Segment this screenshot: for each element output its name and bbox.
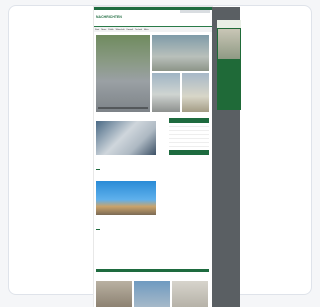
hero-section	[96, 35, 209, 112]
sidebar-item[interactable]	[169, 137, 209, 139]
sidebar-item[interactable]	[169, 133, 209, 135]
main-nav: Start News Politik Wirtschaft Umwelt Tec…	[94, 26, 212, 32]
nav-item[interactable]: Start	[95, 29, 99, 31]
sidebar-item[interactable]	[169, 125, 209, 127]
sidebar-heading	[169, 118, 209, 123]
footer-section-bar	[96, 269, 209, 272]
sidebar-item[interactable]	[169, 141, 209, 143]
footer-thumbnail[interactable]	[172, 281, 208, 307]
hero-main-caption[interactable]	[98, 107, 148, 109]
nav-item[interactable]: Mehr	[144, 29, 149, 31]
read-more-button[interactable]	[96, 169, 100, 170]
nav-item[interactable]: Wirtschaft	[116, 29, 125, 31]
sidebar-item[interactable]	[169, 145, 209, 147]
ad-image[interactable]	[218, 29, 240, 59]
sidebar-button[interactable]	[169, 150, 209, 155]
read-more-button[interactable]	[96, 229, 100, 230]
article-image[interactable]	[96, 121, 156, 155]
footer-thumbnail[interactable]	[96, 281, 132, 307]
footer-thumbnail[interactable]	[134, 281, 170, 307]
nav-item[interactable]: Umwelt	[126, 29, 133, 31]
hero-tile-image[interactable]	[182, 73, 209, 112]
hero-tile-image[interactable]	[152, 35, 209, 71]
nav-item[interactable]: Politik	[108, 29, 113, 31]
hero-main-image[interactable]	[96, 35, 150, 112]
site-logo[interactable]: NACHRICHTEN	[96, 15, 122, 19]
main-column	[96, 118, 156, 235]
ad-banner[interactable]	[217, 20, 241, 110]
nav-item[interactable]: Technik	[135, 29, 142, 31]
hero-tile-image[interactable]	[152, 73, 180, 112]
website-preview: NACHRICHTEN Start News Politik Wirtschaf…	[94, 7, 212, 307]
sidebar-item[interactable]	[169, 129, 209, 131]
article-image[interactable]	[96, 181, 156, 215]
nav-item[interactable]: News	[101, 29, 106, 31]
ad-header	[217, 20, 241, 28]
sidebar	[169, 118, 209, 155]
login-strip[interactable]	[180, 10, 210, 13]
